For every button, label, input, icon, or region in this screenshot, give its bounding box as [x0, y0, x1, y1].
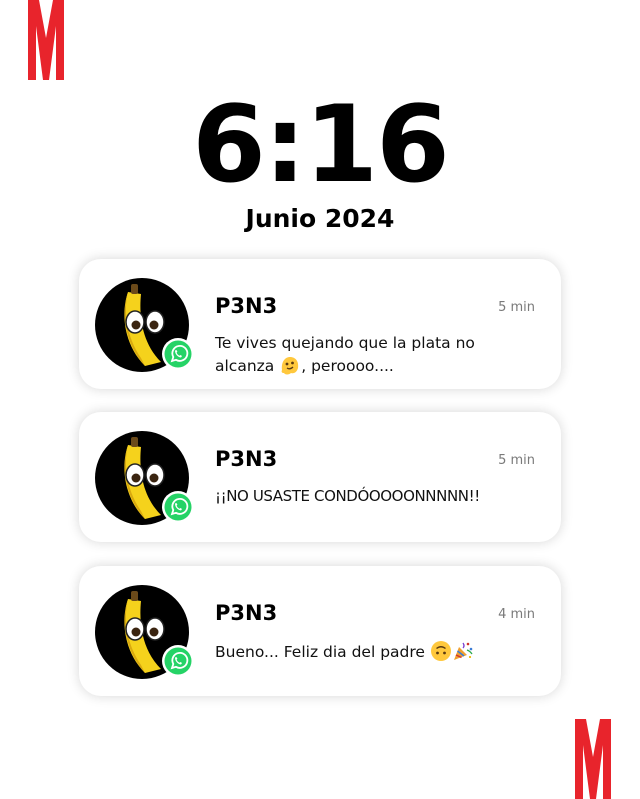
notification-time: 5 min [498, 453, 535, 468]
notification-card[interactable]: P3N3 5 min ¡¡NO USASTE CONDÓOOOONNNNN!! [79, 412, 561, 542]
notification-time: 4 min [498, 607, 535, 622]
party-popper-emoji-icon [452, 640, 474, 662]
brand-logo-top [28, 0, 64, 80]
avatar [95, 431, 194, 527]
notification-card[interactable]: P3N3 4 min Bueno... Feliz dia del padre [79, 566, 561, 696]
notification-sender: P3N3 [215, 601, 278, 625]
notification-sender: P3N3 [215, 447, 278, 471]
brand-logo-bottom [575, 719, 611, 799]
upside-down-face-emoji-icon [430, 640, 452, 662]
lockscreen-time: 6:16 [192, 83, 450, 206]
notification-message: Bueno... Feliz dia del padre [215, 640, 525, 663]
avatar [95, 278, 194, 374]
notification-message: ¡¡NO USASTE CONDÓOOOONNNNN!! [215, 487, 480, 505]
notification-sender: P3N3 [215, 294, 278, 318]
whatsapp-icon [161, 644, 195, 678]
melting-face-emoji-icon [279, 354, 301, 376]
notification-time: 5 min [498, 300, 535, 315]
lockscreen-date: Junio 2024 [245, 204, 395, 233]
avatar [95, 585, 194, 681]
whatsapp-icon [161, 337, 195, 371]
notification-card[interactable]: P3N3 5 min Te vives quejando que la plat… [79, 259, 561, 389]
notification-message: Te vives quejando que la plata no alcanz… [215, 334, 475, 376]
whatsapp-icon [161, 490, 195, 524]
